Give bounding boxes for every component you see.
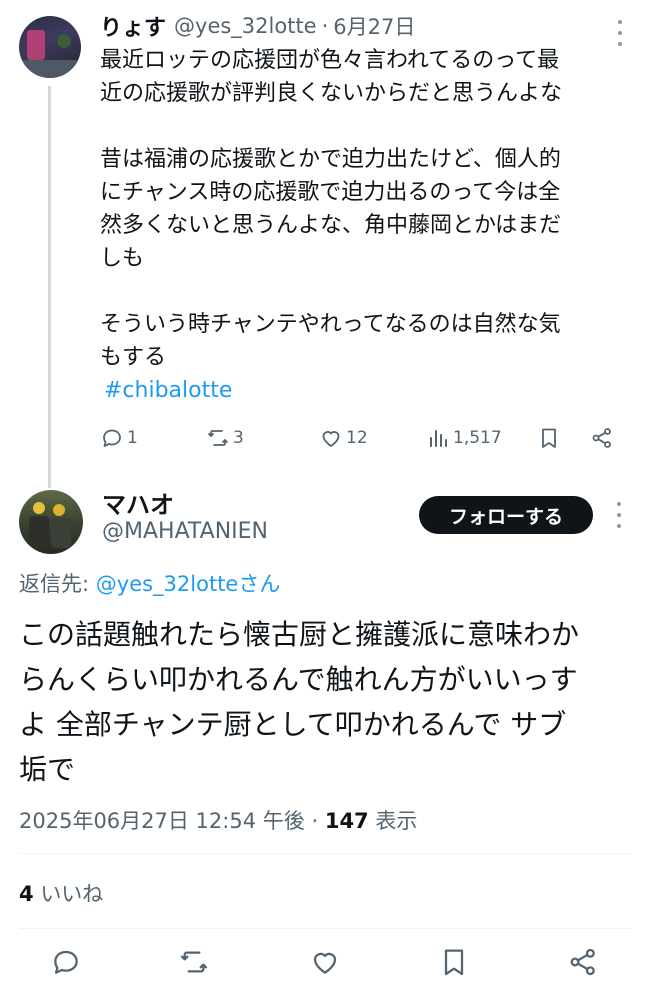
tweet-text-line: 昔は福浦の応援歌とかで迫力出たけど、個人的 bbox=[100, 147, 561, 172]
author-handle[interactable]: @MAHATANIEN bbox=[102, 519, 268, 544]
tweet-timestamp[interactable]: 2025年06月27日 12:54 午後 bbox=[19, 809, 305, 833]
separator: · bbox=[321, 14, 329, 38]
views-label: 表示 bbox=[375, 809, 418, 833]
views-button[interactable]: 1,517 bbox=[426, 423, 502, 453]
follow-button[interactable]: フォローする bbox=[419, 496, 593, 534]
likes-summary[interactable]: 4 いいね bbox=[19, 878, 103, 908]
share-icon bbox=[570, 948, 595, 976]
views-count: 147 bbox=[324, 809, 369, 833]
separator: · bbox=[311, 809, 319, 833]
retweet-icon bbox=[180, 951, 208, 973]
bookmark-icon bbox=[444, 949, 464, 976]
divider bbox=[19, 928, 631, 929]
retweet-button[interactable] bbox=[178, 946, 210, 978]
tweet-meta: 2025年06月27日 12:54 午後 · 147 表示 bbox=[19, 805, 417, 835]
tweet-text-line: 近の応援歌が評判良くないからだと思うんよな bbox=[100, 81, 563, 106]
views-icon bbox=[430, 430, 447, 447]
tweet-text-line: そういう時チャンテやれってなるのは自然な気 bbox=[100, 312, 561, 337]
author-handle[interactable]: @yes_32lotte bbox=[174, 14, 317, 38]
likes-label: いいね bbox=[40, 882, 104, 906]
reply-icon bbox=[103, 429, 121, 447]
like-button[interactable]: 12 bbox=[319, 423, 368, 453]
author-name[interactable]: りょす bbox=[100, 10, 166, 42]
retweet-button[interactable]: 3 bbox=[206, 423, 244, 453]
tweet-text-line: らんくらい叩かれるんで触れん方がいいっす bbox=[19, 663, 578, 696]
heart-icon bbox=[313, 952, 337, 974]
share-button[interactable] bbox=[567, 946, 599, 978]
retweet-icon bbox=[208, 430, 228, 446]
tweet-actions: 1 3 12 1,517 bbox=[100, 423, 620, 453]
share-icon bbox=[592, 428, 611, 448]
reply-to-line: 返信先: @yes_32lotteさん bbox=[19, 568, 280, 598]
hashtag-link[interactable]: #chibalotte bbox=[104, 374, 640, 407]
tweet-text: 最近ロッテの応援団が色々言われてるのって最 近の応援歌が評判良くないからだと思う… bbox=[100, 44, 640, 407]
likes-count: 4 bbox=[19, 882, 34, 906]
tweet-text-line: 然多くないと思うんよな、角中藤岡とかはまだ bbox=[100, 213, 562, 238]
like-count: 12 bbox=[346, 428, 368, 448]
bookmark-button[interactable] bbox=[438, 946, 470, 978]
tweet-header: りょす @yes_32lotte · 6月27日 bbox=[100, 10, 415, 42]
tweet-date[interactable]: 6月27日 bbox=[333, 11, 415, 41]
like-button[interactable] bbox=[309, 946, 341, 978]
tweet-text-line: もする bbox=[100, 345, 167, 370]
tweet-text-line: よ 全部チャンテ厨として叩かれるんで サブ bbox=[19, 708, 567, 741]
view-count: 1,517 bbox=[453, 428, 502, 448]
thread-connector-line bbox=[48, 86, 51, 488]
more-icon[interactable] bbox=[615, 502, 623, 528]
bookmark-icon bbox=[542, 428, 556, 448]
tweet-text-line: しも bbox=[100, 246, 145, 271]
reply-button[interactable] bbox=[50, 946, 82, 978]
tweet-text-line: にチャンス時の応援歌で迫力出るのって今は全 bbox=[100, 180, 561, 205]
divider bbox=[19, 853, 631, 854]
avatar[interactable] bbox=[19, 490, 83, 554]
heart-icon bbox=[322, 431, 340, 447]
tweet-text-line: この話題触れたら懐古厨と擁護派に意味わか bbox=[19, 618, 580, 651]
more-icon[interactable] bbox=[616, 20, 624, 46]
bookmark-button[interactable] bbox=[537, 423, 564, 453]
retweet-count: 3 bbox=[233, 428, 244, 448]
tweet-text-line: 垢で bbox=[19, 753, 76, 786]
tweet-text-line: 最近ロッテの応援団が色々言われてるのって最 bbox=[100, 48, 560, 73]
reply-to-prefix: 返信先: bbox=[19, 572, 96, 596]
tweet-actions bbox=[0, 946, 650, 986]
avatar[interactable] bbox=[19, 16, 81, 78]
reply-button[interactable]: 1 bbox=[100, 423, 138, 453]
share-button[interactable] bbox=[590, 423, 617, 453]
reply-icon bbox=[54, 950, 78, 974]
author-name[interactable]: マハオ bbox=[102, 485, 174, 520]
reply-count: 1 bbox=[127, 428, 138, 448]
tweet-text: この話題触れたら懐古厨と擁護派に意味わか らんくらい叩かれるんで触れん方がいいっ… bbox=[19, 612, 639, 792]
reply-to-mention[interactable]: @yes_32lotteさん bbox=[96, 572, 281, 596]
